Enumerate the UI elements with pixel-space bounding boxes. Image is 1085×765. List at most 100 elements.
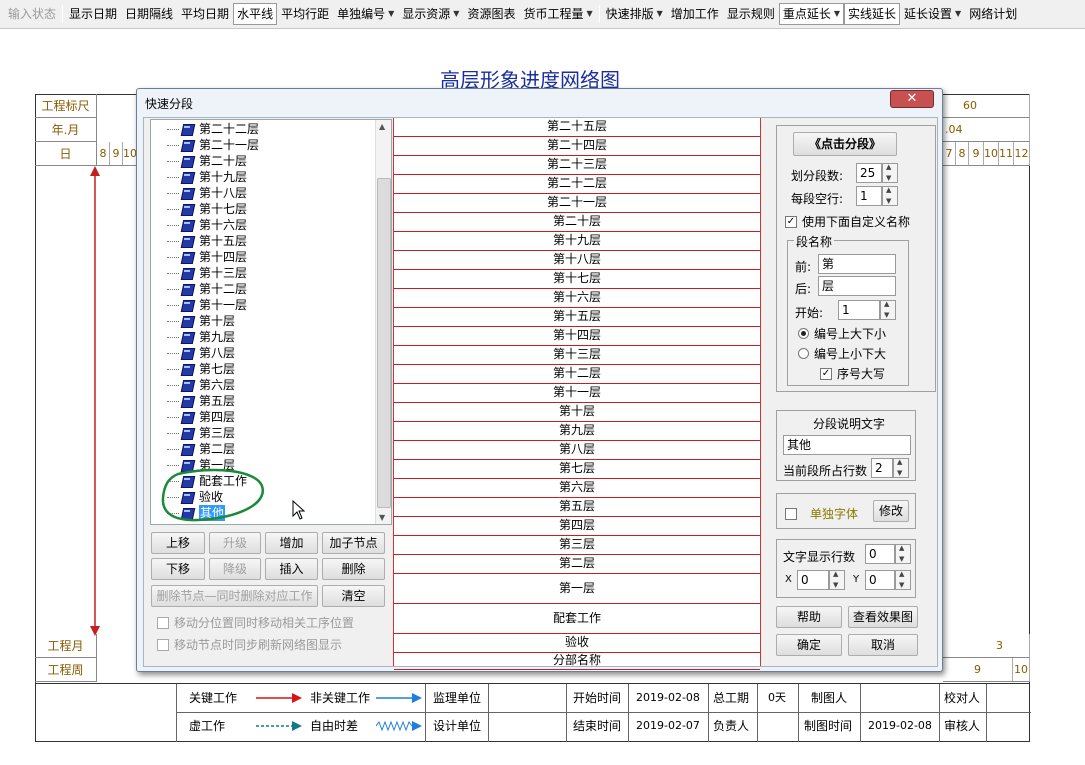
tree-item[interactable]: 第七层 (167, 361, 235, 377)
toolbar-single-number[interactable]: 单独编号 ▼ (333, 3, 398, 25)
segment-description-input[interactable]: 其他 (783, 435, 911, 455)
segment-row[interactable]: 第十层 (394, 403, 760, 422)
segment-row[interactable]: 第十一层 (394, 384, 760, 403)
sync-refresh-checkbox[interactable]: 移动节点时同步刷新网络图显示 (157, 636, 342, 653)
tree-item[interactable]: 第十五层 (167, 233, 247, 249)
tree-item[interactable]: 第五层 (167, 393, 235, 409)
segment-row[interactable]: 第九层 (394, 422, 760, 441)
separate-font-checkbox[interactable]: 单独字体 (785, 505, 858, 522)
toolbar-average-date[interactable]: 平均日期 (177, 3, 233, 25)
tree-item[interactable]: 第十六层 (167, 217, 247, 233)
tree-scrollbar[interactable]: ▲ ▼ (375, 120, 391, 524)
tree-item[interactable]: 第三层 (167, 425, 235, 441)
segment-row[interactable]: 第七层 (394, 460, 760, 479)
order-asc-radio[interactable]: 编号上小下大 (798, 345, 886, 362)
ok-button[interactable]: 确定 (776, 634, 842, 656)
segment-row[interactable]: 第十六层 (394, 289, 760, 308)
y-offset-spinner[interactable] (895, 570, 911, 590)
toolbar-add-work[interactable]: 增加工作 (667, 3, 723, 25)
rows-input[interactable]: 2 (871, 458, 893, 478)
tree-item[interactable]: 第二十二层 (167, 121, 259, 137)
tree-item[interactable]: 第四层 (167, 409, 235, 425)
segment-row[interactable]: 分部名称 (394, 653, 760, 670)
start-input[interactable]: 1 (838, 300, 880, 320)
demote-button[interactable]: 降级 (209, 558, 261, 580)
tree-item[interactable]: 第二十一层 (167, 137, 259, 153)
help-button[interactable]: 帮助 (776, 606, 842, 628)
segment-row[interactable]: 第二十五层 (394, 118, 760, 137)
toolbar-show-resources[interactable]: 显示资源 ▼ (398, 3, 463, 25)
scroll-up-icon[interactable]: ▲ (379, 122, 385, 131)
segment-row[interactable]: 第五层 (394, 498, 760, 517)
add-button[interactable]: 增加 (265, 532, 318, 554)
tree-item[interactable]: 第十七层 (167, 201, 247, 217)
insert-button[interactable]: 插入 (265, 558, 318, 580)
x-offset-input[interactable]: 0 (797, 570, 829, 590)
scroll-down-icon[interactable]: ▼ (379, 513, 385, 522)
segment-row[interactable]: 第一层 (394, 574, 760, 604)
tree-item[interactable]: 第八层 (167, 345, 235, 361)
segment-row[interactable]: 第二十四层 (394, 137, 760, 156)
segment-row[interactable]: 配套工作 (394, 604, 760, 634)
empty-rows-spinner[interactable] (882, 186, 898, 206)
toolbar-network-plan[interactable]: 网络计划 (965, 3, 1021, 25)
text-rows-input[interactable]: 0 (865, 544, 895, 564)
tree-item[interactable]: 第十三层 (167, 265, 247, 281)
tree-item[interactable]: 第六层 (167, 377, 235, 393)
toolbar-resource-chart[interactable]: 资源图表 (463, 3, 519, 25)
toolbar-key-extend[interactable]: 重点延长 ▼ (778, 3, 844, 25)
toolbar-input-status[interactable]: 输入状态 (4, 3, 60, 25)
tree-item[interactable]: 第十层 (167, 313, 235, 329)
toolbar-quick-layout[interactable]: 快速排版 ▼ (602, 3, 667, 25)
start-spinner[interactable] (880, 300, 896, 320)
suffix-input[interactable]: 层 (818, 276, 896, 296)
promote-button[interactable]: 升级 (209, 532, 261, 554)
tree-item[interactable]: 第二层 (167, 441, 235, 457)
segment-row[interactable]: 第二层 (394, 555, 760, 574)
clear-button[interactable]: 清空 (322, 585, 385, 607)
order-desc-radio[interactable]: 编号上大下小 (798, 325, 886, 342)
tree-item[interactable]: 第九层 (167, 329, 235, 345)
use-custom-name-checkbox[interactable]: ✓ 使用下面自定义名称 (785, 213, 910, 230)
segment-count-spinner[interactable] (882, 163, 898, 183)
segment-row[interactable]: 第四层 (394, 517, 760, 536)
segment-row[interactable]: 第八层 (394, 441, 760, 460)
segment-row[interactable]: 第二十三层 (394, 156, 760, 175)
segment-row[interactable]: 第二十一层 (394, 194, 760, 213)
uppercase-checkbox[interactable]: ✓ 序号大写 (820, 365, 885, 382)
tree-item[interactable]: 第十一层 (167, 297, 247, 313)
segment-row[interactable]: 第十五层 (394, 308, 760, 327)
delete-node-and-work-button[interactable]: 删除节点—同时删除对应工作 (151, 585, 318, 607)
rows-spinner[interactable] (893, 458, 909, 478)
add-child-node-button[interactable]: 加子节点 (322, 532, 385, 554)
x-offset-spinner[interactable] (829, 570, 845, 590)
segment-row[interactable]: 第二十二层 (394, 175, 760, 194)
prefix-input[interactable]: 第 (818, 254, 896, 274)
toolbar-currency-quantity[interactable]: 货币工程量 ▼ (519, 3, 596, 25)
delete-button[interactable]: 删除 (322, 558, 385, 580)
tree-item[interactable]: 第十四层 (167, 249, 247, 265)
segment-row[interactable]: 第十二层 (394, 365, 760, 384)
toolbar-date-gridline[interactable]: 日期隔线 (121, 3, 177, 25)
empty-rows-input[interactable]: 1 (856, 186, 882, 206)
toolbar-show-date[interactable]: 显示日期 (65, 3, 121, 25)
cancel-button[interactable]: 取消 (848, 634, 918, 656)
segment-row[interactable]: 验收 (394, 634, 760, 653)
text-rows-spinner[interactable] (895, 544, 911, 564)
segment-row[interactable]: 第六层 (394, 479, 760, 498)
segment-tree[interactable]: 其他 验收 配套工作 第一层 第二层 第三层 第四层 第五层 第六层 第七层 第八层 第九层 第十层 第十… (150, 119, 392, 525)
segment-row[interactable]: 第三层 (394, 536, 760, 555)
toolbar-show-rules[interactable]: 显示规则 (723, 3, 779, 25)
preview-button[interactable]: 查看效果图 (848, 606, 918, 628)
segment-row[interactable]: 第十三层 (394, 346, 760, 365)
toolbar-horizontal-line[interactable]: 水平线 (233, 3, 278, 25)
toolbar-average-row-spacing[interactable]: 平均行距 (277, 3, 333, 25)
tree-item[interactable]: 第十九层 (167, 169, 247, 185)
segment-count-input[interactable]: 25 (856, 163, 882, 183)
tree-item[interactable]: 第十二层 (167, 281, 247, 297)
move-up-button[interactable]: 上移 (151, 532, 205, 554)
tree-item[interactable]: 第二十层 (167, 153, 247, 169)
tree-item[interactable]: 第十八层 (167, 185, 247, 201)
segment-preview-list[interactable]: 第二十五层 第二十四层 第二十三层 第二十二层 第二十一层 第二十层 第十九层 第十八层 第十七… (393, 118, 761, 670)
segment-row[interactable]: 第十九层 (394, 232, 760, 251)
